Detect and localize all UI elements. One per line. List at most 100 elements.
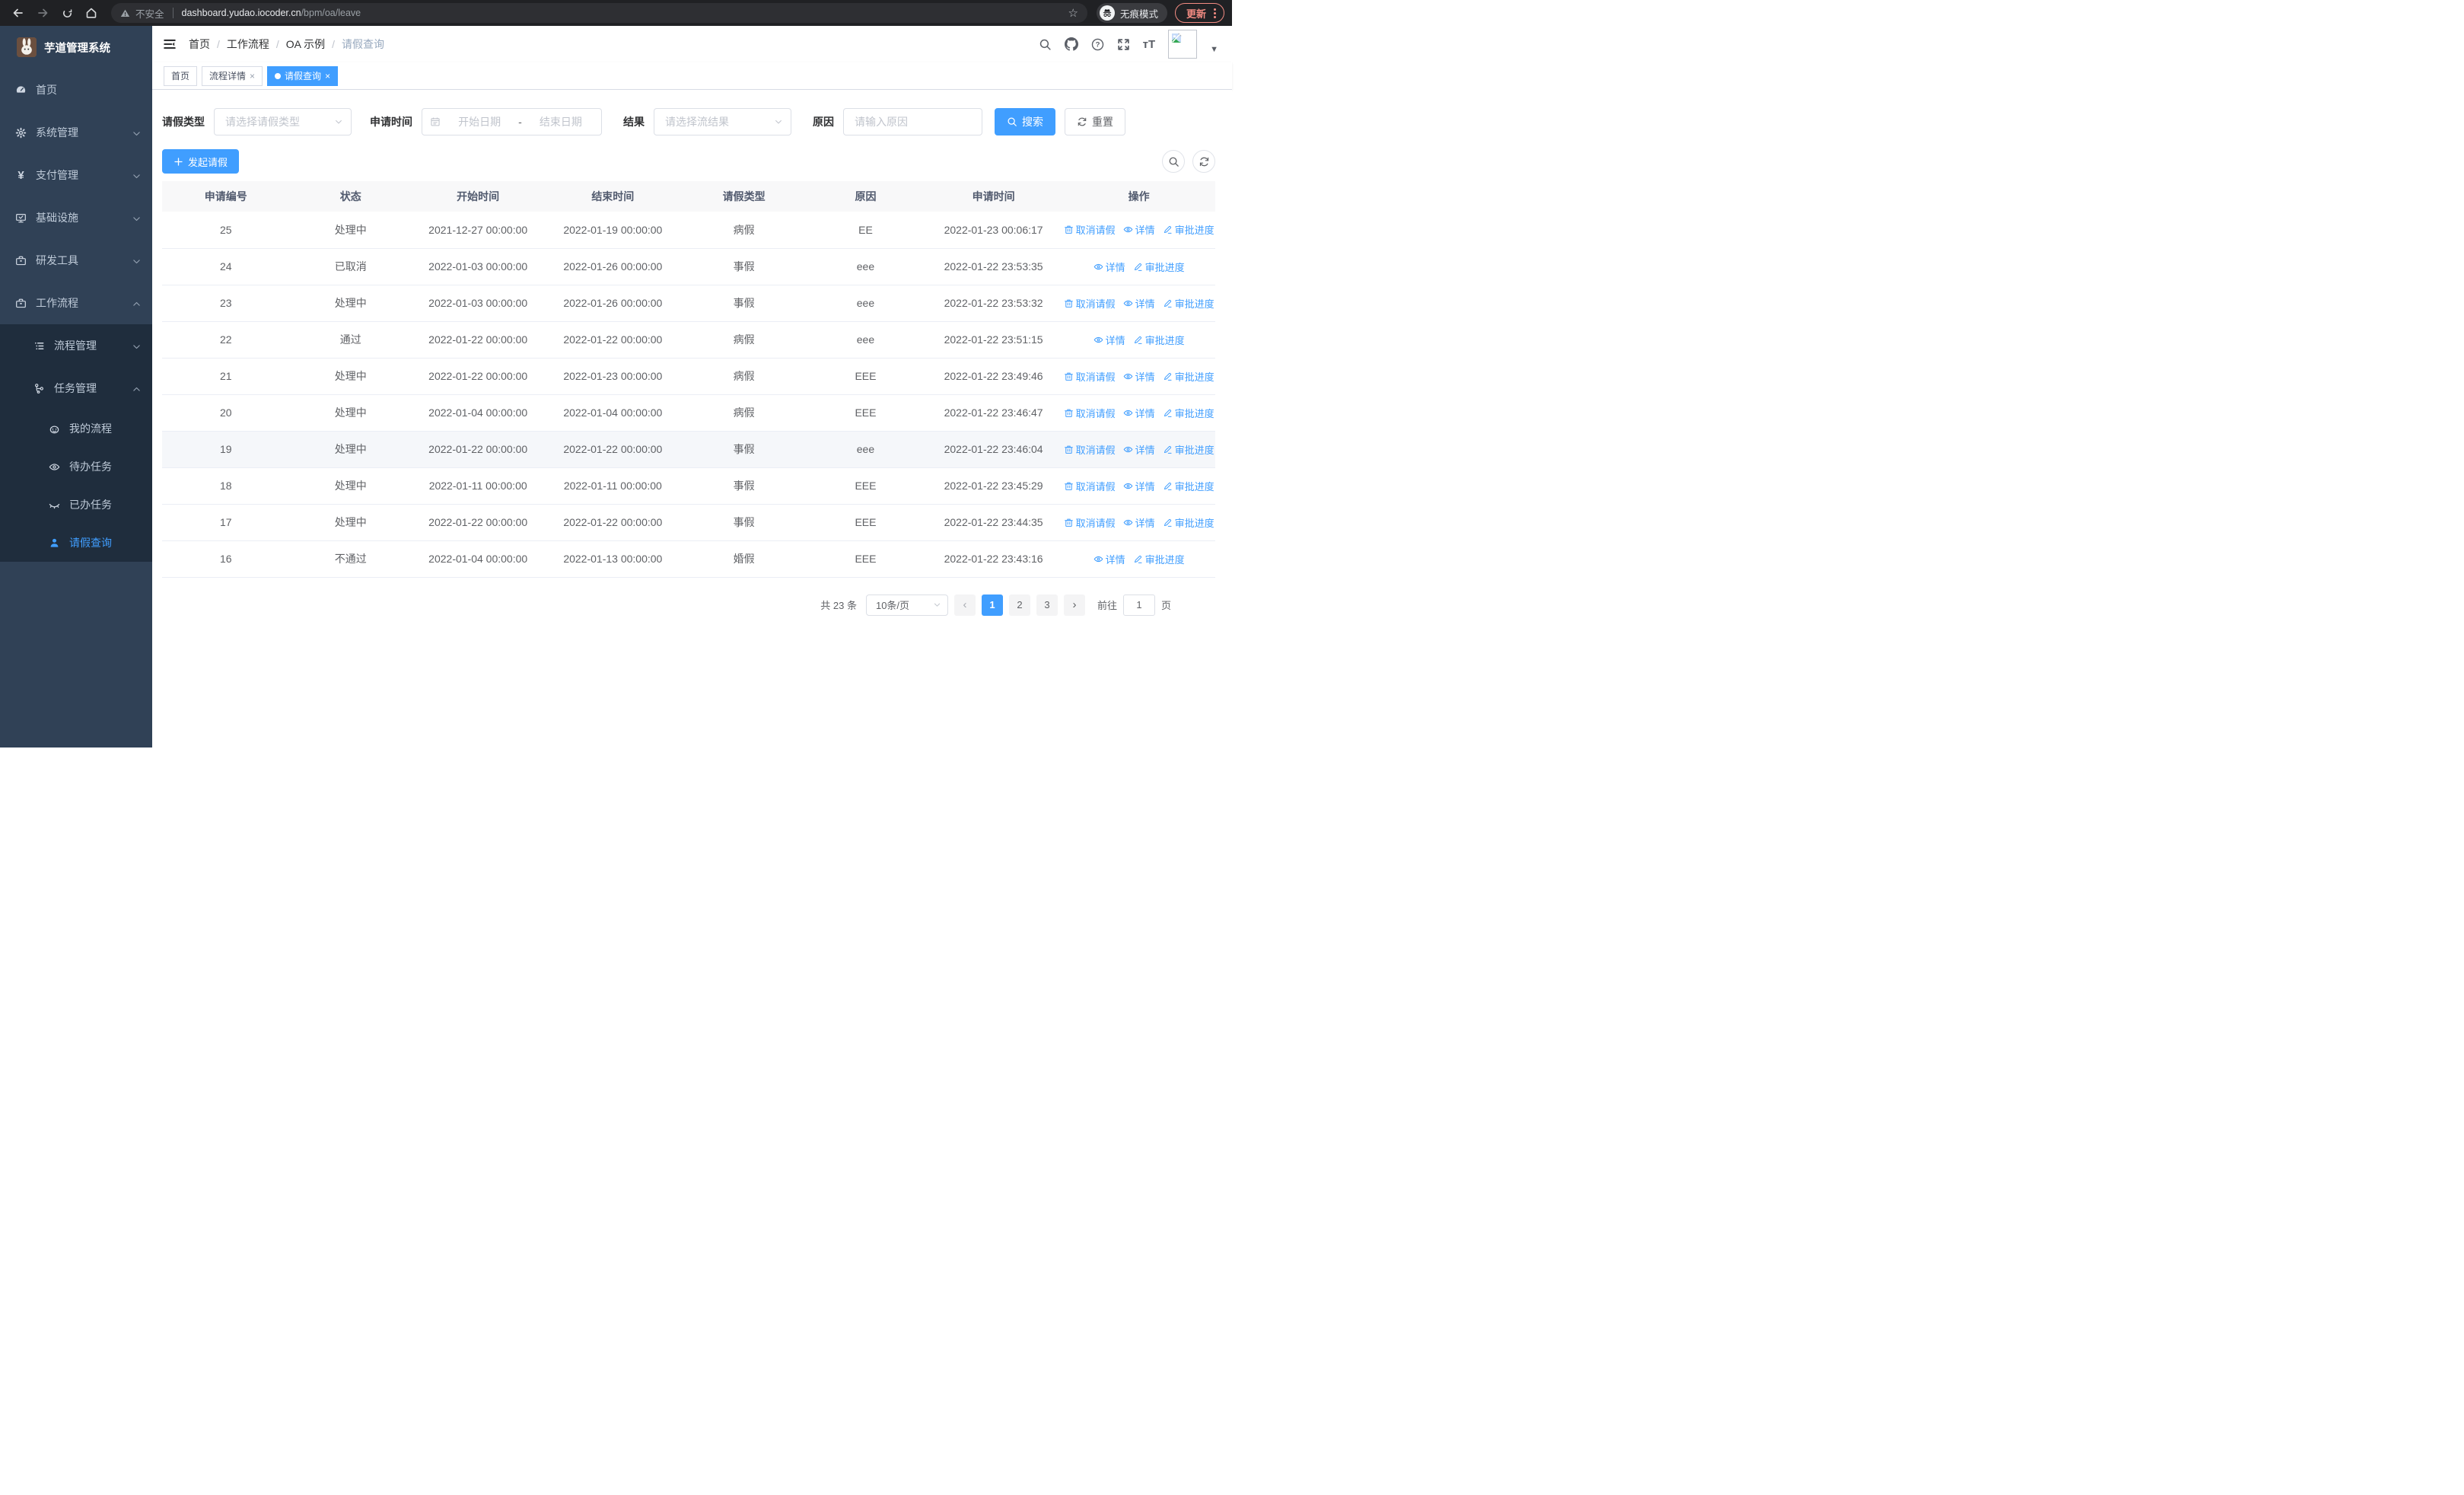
cancel-leave-link[interactable]: 取消请假 [1064, 515, 1116, 530]
approval-progress-link[interactable]: 审批进度 [1163, 222, 1214, 237]
sidebar-item-infrastructure[interactable]: 基础设施 [0, 196, 152, 239]
browser-forward-button[interactable] [32, 2, 53, 24]
cancel-leave-link[interactable]: 取消请假 [1064, 479, 1116, 493]
sidebar-item-devtools[interactable]: 研发工具 [0, 239, 152, 282]
close-icon[interactable]: × [250, 71, 255, 81]
detail-link[interactable]: 详情 [1123, 479, 1155, 493]
cell-start-time: 2022-01-04 00:00:00 [411, 394, 545, 432]
page-size-select[interactable]: 10条/页 [865, 594, 948, 616]
approval-progress-link[interactable]: 审批进度 [1163, 442, 1214, 457]
breadcrumb-item[interactable]: 首页 [189, 37, 210, 52]
sidebar-item-workflow[interactable]: 工作流程 [0, 282, 152, 324]
detail-link[interactable]: 详情 [1123, 515, 1155, 530]
font-size-icon[interactable]: тT [1143, 38, 1156, 51]
search-button[interactable]: 搜索 [995, 108, 1055, 135]
cell-id: 16 [162, 540, 290, 578]
detail-link[interactable]: 详情 [1123, 406, 1155, 420]
refresh-table-button[interactable] [1192, 150, 1215, 173]
next-page-button[interactable]: › [1063, 594, 1085, 616]
table-header-row: 申请编号 状态 开始时间 结束时间 请假类型 原因 申请时间 操作 [162, 181, 1215, 212]
sidebar-item-leave-query[interactable]: 请假查询 [0, 524, 152, 562]
page-button-1[interactable]: 1 [981, 594, 1003, 616]
goto-page-input[interactable] [1122, 594, 1155, 616]
incognito-badge: 无痕模式 [1096, 3, 1167, 23]
browser-back-button[interactable] [8, 2, 29, 24]
approval-progress-link[interactable]: 审批进度 [1163, 369, 1214, 384]
approval-progress-link[interactable]: 审批进度 [1163, 479, 1214, 493]
incognito-icon [1099, 5, 1115, 21]
cancel-leave-link[interactable]: 取消请假 [1064, 222, 1116, 237]
cancel-leave-link[interactable]: 取消请假 [1064, 406, 1116, 420]
breadcrumb-item[interactable]: OA 示例 [286, 37, 325, 52]
breadcrumb-separator: / [332, 38, 336, 50]
tab-process-detail[interactable]: 流程详情 × [202, 65, 263, 86]
sidebar-item-system[interactable]: 系统管理 [0, 111, 152, 154]
leave-type-select[interactable]: 请选择请假类型 [214, 108, 352, 135]
pagination: 共 23 条 10条/页 ‹ 1 2 3 › 前往 页 [162, 594, 1215, 616]
fullscreen-icon[interactable] [1117, 38, 1130, 51]
browser-home-button[interactable] [81, 2, 102, 24]
search-icon[interactable] [1039, 38, 1052, 51]
refresh-icon [1199, 156, 1210, 167]
breadcrumb-item[interactable]: 工作流程 [227, 37, 269, 52]
approval-progress-link[interactable]: 审批进度 [1163, 296, 1214, 311]
sidebar-item-payment[interactable]: ¥ 支付管理 [0, 154, 152, 196]
cancel-leave-link[interactable]: 取消请假 [1064, 442, 1116, 457]
approval-progress-link[interactable]: 审批进度 [1163, 406, 1214, 420]
tab-leave-query[interactable]: 请假查询 × [267, 65, 339, 86]
sidebar-item-my-process[interactable]: 我的流程 [0, 410, 152, 448]
detail-link[interactable]: 详情 [1094, 260, 1125, 274]
detail-link[interactable]: 详情 [1094, 552, 1125, 566]
sidebar-item-done-tasks[interactable]: 已办任务 [0, 486, 152, 524]
github-icon[interactable] [1065, 37, 1078, 51]
cell-leave-type: 病假 [681, 358, 807, 395]
detail-link[interactable]: 详情 [1123, 369, 1155, 384]
detail-link[interactable]: 详情 [1123, 296, 1155, 311]
browser-reload-button[interactable] [56, 2, 78, 24]
avatar-caret-icon[interactable]: ▼ [1210, 45, 1218, 54]
cell-end-time: 2022-01-26 00:00:00 [544, 248, 682, 285]
cancel-leave-link[interactable]: 取消请假 [1064, 296, 1116, 311]
reason-input[interactable] [855, 116, 971, 128]
browser-menu-icon[interactable] [1214, 8, 1216, 18]
row-actions: 取消请假 详情 审批进度 [1062, 442, 1215, 457]
approval-progress-link[interactable]: 审批进度 [1133, 552, 1185, 566]
reset-button[interactable]: 重置 [1065, 108, 1125, 135]
eye-icon [1123, 408, 1133, 418]
app-logo-row[interactable]: 芋道管理系统 [0, 26, 152, 69]
cell-leave-type: 事假 [681, 431, 807, 468]
browser-update-button[interactable]: 更新 [1174, 3, 1224, 23]
bookmark-star-icon[interactable]: ☆ [1068, 6, 1078, 20]
page-button-2[interactable]: 2 [1008, 594, 1030, 616]
result-select[interactable]: 请选择流结果 [654, 108, 791, 135]
help-icon[interactable] [1091, 38, 1104, 51]
address-bar[interactable]: 不安全 dashboard.yudao.iocoder.cn/bpm/oa/le… [111, 3, 1087, 23]
page-button-3[interactable]: 3 [1036, 594, 1058, 616]
cancel-leave-link[interactable]: 取消请假 [1064, 369, 1116, 384]
result-label: 结果 [623, 116, 645, 128]
cell-leave-type: 病假 [681, 394, 807, 432]
create-leave-button[interactable]: 发起请假 [162, 149, 240, 174]
sidebar-item-home[interactable]: 首页 [0, 69, 152, 111]
detail-link[interactable]: 详情 [1094, 333, 1125, 347]
cell-leave-type: 婚假 [681, 540, 807, 578]
sidebar-item-process-management[interactable]: 流程管理 [0, 324, 152, 367]
apply-time-range-picker[interactable]: 开始日期 - 结束日期 [422, 108, 602, 135]
approval-progress-link[interactable]: 审批进度 [1163, 515, 1214, 530]
cell-start-time: 2022-01-22 00:00:00 [411, 504, 545, 541]
sidebar-collapse-icon[interactable] [163, 37, 177, 51]
list-tree-icon [33, 340, 45, 352]
close-icon[interactable]: × [325, 71, 330, 81]
tab-home[interactable]: 首页 [164, 65, 198, 86]
sidebar-item-todo-tasks[interactable]: 待办任务 [0, 448, 152, 486]
detail-link[interactable]: 详情 [1123, 442, 1155, 457]
approval-progress-link[interactable]: 审批进度 [1133, 333, 1185, 347]
toggle-search-button[interactable] [1162, 150, 1185, 173]
prev-page-button[interactable]: ‹ [953, 594, 976, 616]
date-separator: - [518, 116, 522, 128]
sidebar-item-task-management[interactable]: 任务管理 [0, 367, 152, 410]
avatar[interactable] [1168, 30, 1198, 59]
detail-link[interactable]: 详情 [1123, 222, 1155, 237]
approval-progress-link[interactable]: 审批进度 [1133, 260, 1185, 274]
cell-start-time: 2022-01-22 00:00:00 [411, 431, 545, 468]
